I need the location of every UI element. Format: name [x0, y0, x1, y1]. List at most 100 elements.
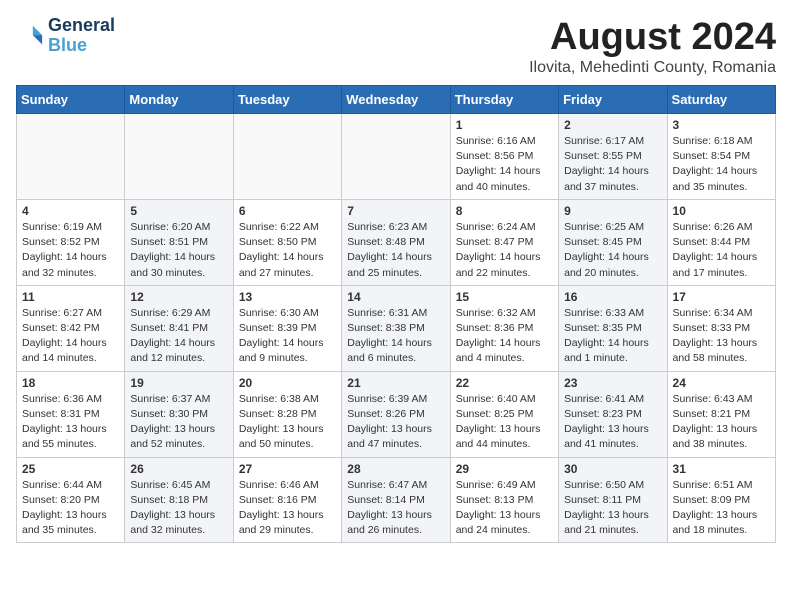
- logo-line2: Blue: [48, 36, 115, 56]
- day-info: Sunrise: 6:50 AMSunset: 8:11 PMDaylight:…: [564, 478, 661, 539]
- day-info: Sunrise: 6:16 AMSunset: 8:56 PMDaylight:…: [456, 134, 553, 195]
- day-cell: 27Sunrise: 6:46 AMSunset: 8:16 PMDayligh…: [233, 457, 341, 543]
- location-title: Ilovita, Mehedinti County, Romania: [529, 59, 776, 77]
- day-number: 11: [22, 290, 119, 304]
- week-row-5: 25Sunrise: 6:44 AMSunset: 8:20 PMDayligh…: [17, 457, 776, 543]
- day-cell: 5 Sunrise: 6:20 AMSunset: 8:51 PMDaylight…: [125, 199, 233, 285]
- calendar-table: SundayMondayTuesdayWednesdayThursdayFrid…: [16, 85, 776, 543]
- day-info: Sunrise: 6:29 AMSunset: 8:41 PMDaylight:…: [130, 306, 227, 367]
- day-info: Sunrise: 6:26 AMSunset: 8:44 PMDaylight:…: [673, 220, 770, 281]
- day-number: 5: [130, 204, 227, 218]
- logo-icon: [16, 22, 44, 50]
- day-cell: 14 Sunrise: 6:31 AMSunset: 8:38 PMDayligh…: [342, 285, 450, 371]
- day-number: 7: [347, 204, 444, 218]
- day-cell: 30 Sunrise: 6:50 AMSunset: 8:11 PMDayligh…: [559, 457, 667, 543]
- day-cell: 17 Sunrise: 6:34 AMSunset: 8:33 PMDayligh…: [667, 285, 775, 371]
- day-cell: 22Sunrise: 6:40 AMSunset: 8:25 PMDayligh…: [450, 371, 558, 457]
- day-info: Sunrise: 6:30 AMSunset: 8:39 PMDaylight:…: [239, 306, 336, 367]
- day-cell: 10 Sunrise: 6:26 AMSunset: 8:44 PMDayligh…: [667, 199, 775, 285]
- col-header-friday: Friday: [559, 86, 667, 114]
- day-cell: [342, 114, 450, 200]
- day-number: 18: [22, 376, 119, 390]
- title-area: August 2024 Ilovita, Mehedinti County, R…: [529, 16, 776, 77]
- day-cell: 24Sunrise: 6:43 AMSunset: 8:21 PMDayligh…: [667, 371, 775, 457]
- day-info: Sunrise: 6:39 AMSunset: 8:26 PMDaylight:…: [347, 392, 444, 453]
- day-cell: 2 Sunrise: 6:17 AMSunset: 8:55 PMDaylight…: [559, 114, 667, 200]
- day-info: Sunrise: 6:51 AMSunset: 8:09 PMDaylight:…: [673, 478, 770, 539]
- day-number: 3: [673, 118, 770, 132]
- week-row-3: 11 Sunrise: 6:27 AMSunset: 8:42 PMDayligh…: [17, 285, 776, 371]
- day-cell: 16 Sunrise: 6:33 AMSunset: 8:35 PMDayligh…: [559, 285, 667, 371]
- day-number: 22: [456, 376, 553, 390]
- day-info: Sunrise: 6:32 AMSunset: 8:36 PMDaylight:…: [456, 306, 553, 367]
- logo-line1: General: [48, 16, 115, 36]
- day-cell: 19Sunrise: 6:37 AMSunset: 8:30 PMDayligh…: [125, 371, 233, 457]
- day-cell: 15Sunrise: 6:32 AMSunset: 8:36 PMDayligh…: [450, 285, 558, 371]
- day-info: Sunrise: 6:24 AMSunset: 8:47 PMDaylight:…: [456, 220, 553, 281]
- day-cell: [233, 114, 341, 200]
- col-header-sunday: Sunday: [17, 86, 125, 114]
- day-cell: 18 Sunrise: 6:36 AMSunset: 8:31 PMDayligh…: [17, 371, 125, 457]
- day-cell: 31 Sunrise: 6:51 AMSunset: 8:09 PMDayligh…: [667, 457, 775, 543]
- day-info: Sunrise: 6:36 AMSunset: 8:31 PMDaylight:…: [22, 392, 119, 453]
- day-number: 6: [239, 204, 336, 218]
- week-row-4: 18 Sunrise: 6:36 AMSunset: 8:31 PMDayligh…: [17, 371, 776, 457]
- day-number: 10: [673, 204, 770, 218]
- day-number: 26: [130, 462, 227, 476]
- day-cell: 11 Sunrise: 6:27 AMSunset: 8:42 PMDayligh…: [17, 285, 125, 371]
- day-cell: 20Sunrise: 6:38 AMSunset: 8:28 PMDayligh…: [233, 371, 341, 457]
- day-number: 31: [673, 462, 770, 476]
- month-title: August 2024: [529, 16, 776, 59]
- col-header-saturday: Saturday: [667, 86, 775, 114]
- day-info: Sunrise: 6:20 AMSunset: 8:51 PMDaylight:…: [130, 220, 227, 281]
- day-cell: 9 Sunrise: 6:25 AMSunset: 8:45 PMDaylight…: [559, 199, 667, 285]
- header: General Blue August 2024 Ilovita, Mehedi…: [16, 16, 776, 77]
- day-number: 12: [130, 290, 227, 304]
- day-info: Sunrise: 6:25 AMSunset: 8:45 PMDaylight:…: [564, 220, 661, 281]
- day-number: 16: [564, 290, 661, 304]
- day-cell: 28Sunrise: 6:47 AMSunset: 8:14 PMDayligh…: [342, 457, 450, 543]
- day-cell: 8 Sunrise: 6:24 AMSunset: 8:47 PMDaylight…: [450, 199, 558, 285]
- col-header-tuesday: Tuesday: [233, 86, 341, 114]
- day-cell: 12 Sunrise: 6:29 AMSunset: 8:41 PMDayligh…: [125, 285, 233, 371]
- day-info: Sunrise: 6:49 AMSunset: 8:13 PMDaylight:…: [456, 478, 553, 539]
- col-header-wednesday: Wednesday: [342, 86, 450, 114]
- day-info: Sunrise: 6:17 AMSunset: 8:55 PMDaylight:…: [564, 134, 661, 195]
- week-row-1: 1 Sunrise: 6:16 AMSunset: 8:56 PMDaylight…: [17, 114, 776, 200]
- day-cell: 6Sunrise: 6:22 AMSunset: 8:50 PMDaylight…: [233, 199, 341, 285]
- day-info: Sunrise: 6:37 AMSunset: 8:30 PMDaylight:…: [130, 392, 227, 453]
- day-cell: 29 Sunrise: 6:49 AMSunset: 8:13 PMDayligh…: [450, 457, 558, 543]
- day-number: 8: [456, 204, 553, 218]
- day-number: 27: [239, 462, 336, 476]
- day-number: 30: [564, 462, 661, 476]
- day-info: Sunrise: 6:18 AMSunset: 8:54 PMDaylight:…: [673, 134, 770, 195]
- day-cell: [17, 114, 125, 200]
- day-cell: 4 Sunrise: 6:19 AMSunset: 8:52 PMDaylight…: [17, 199, 125, 285]
- day-info: Sunrise: 6:31 AMSunset: 8:38 PMDaylight:…: [347, 306, 444, 367]
- day-info: Sunrise: 6:33 AMSunset: 8:35 PMDaylight:…: [564, 306, 661, 367]
- day-cell: 25Sunrise: 6:44 AMSunset: 8:20 PMDayligh…: [17, 457, 125, 543]
- day-info: Sunrise: 6:47 AMSunset: 8:14 PMDaylight:…: [347, 478, 444, 539]
- day-cell: 26 Sunrise: 6:45 AMSunset: 8:18 PMDayligh…: [125, 457, 233, 543]
- day-cell: 13Sunrise: 6:30 AMSunset: 8:39 PMDayligh…: [233, 285, 341, 371]
- day-number: 1: [456, 118, 553, 132]
- col-header-monday: Monday: [125, 86, 233, 114]
- day-number: 23: [564, 376, 661, 390]
- logo: General Blue: [16, 16, 115, 56]
- day-info: Sunrise: 6:27 AMSunset: 8:42 PMDaylight:…: [22, 306, 119, 367]
- day-number: 29: [456, 462, 553, 476]
- day-info: Sunrise: 6:44 AMSunset: 8:20 PMDaylight:…: [22, 478, 119, 539]
- day-cell: 1 Sunrise: 6:16 AMSunset: 8:56 PMDaylight…: [450, 114, 558, 200]
- day-info: Sunrise: 6:34 AMSunset: 8:33 PMDaylight:…: [673, 306, 770, 367]
- day-number: 14: [347, 290, 444, 304]
- day-number: 2: [564, 118, 661, 132]
- day-info: Sunrise: 6:38 AMSunset: 8:28 PMDaylight:…: [239, 392, 336, 453]
- day-number: 4: [22, 204, 119, 218]
- day-info: Sunrise: 6:23 AMSunset: 8:48 PMDaylight:…: [347, 220, 444, 281]
- day-number: 21: [347, 376, 444, 390]
- day-info: Sunrise: 6:19 AMSunset: 8:52 PMDaylight:…: [22, 220, 119, 281]
- day-info: Sunrise: 6:45 AMSunset: 8:18 PMDaylight:…: [130, 478, 227, 539]
- day-number: 9: [564, 204, 661, 218]
- day-number: 17: [673, 290, 770, 304]
- day-cell: 7 Sunrise: 6:23 AMSunset: 8:48 PMDaylight…: [342, 199, 450, 285]
